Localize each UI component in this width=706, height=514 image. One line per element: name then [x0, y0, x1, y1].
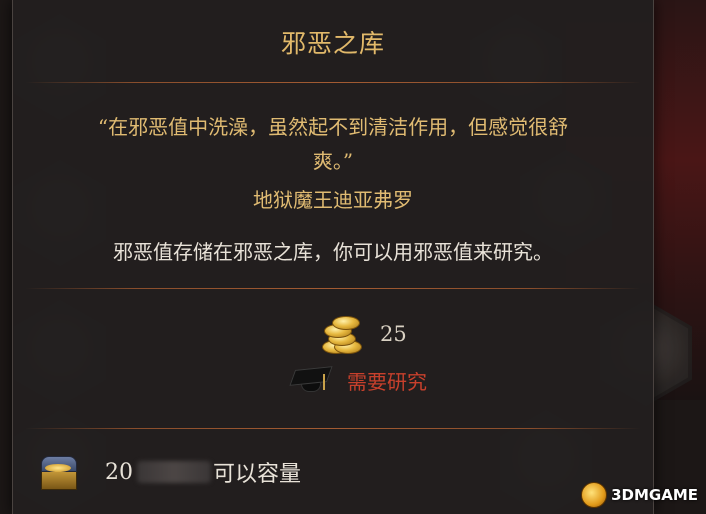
capacity-value: 20	[105, 459, 133, 485]
title-divider	[25, 82, 641, 83]
cost-value: 25	[380, 322, 407, 346]
watermark-logo-icon	[581, 482, 608, 508]
quote-author: 地狱魔王迪亚弗罗	[253, 188, 413, 212]
bottom-divider	[25, 428, 641, 429]
cost-row: 25	[318, 314, 407, 354]
capacity-row: 20 可以容量	[39, 450, 301, 494]
gold-coins-icon	[318, 312, 362, 356]
tooltip-title: 邪恶之库	[280, 29, 385, 58]
graduation-cap-icon	[289, 362, 333, 398]
requirement-label: 需要研究	[347, 369, 427, 394]
watermark-text: 3DMGAME	[611, 486, 698, 504]
tooltip-panel: 邪恶之库 “在邪恶值中洗澡，虽然起不到清洁作用，但感觉很舒 爽。” 地狱魔王迪亚…	[12, 0, 654, 514]
flavor-quote: “在邪恶值中洗澡，虽然起不到清洁作用，但感觉很舒 爽。”	[53, 110, 613, 178]
capacity-text: 20 可以容量	[105, 456, 301, 488]
description-divider	[25, 288, 641, 289]
redacted-blur	[137, 461, 211, 483]
flavor-quote-line-2: 爽。”	[312, 149, 354, 173]
treasure-chest-icon	[39, 454, 79, 490]
item-description: 邪恶值存储在邪恶之库，你可以用邪恶值来研究。	[113, 240, 553, 264]
flavor-quote-line-1: “在邪恶值中洗澡，虽然起不到清洁作用，但感觉很舒	[97, 115, 569, 139]
requirement-row: 需要研究	[289, 362, 427, 398]
watermark: 3DMGAME	[581, 482, 698, 508]
capacity-label: 可以容量	[213, 462, 302, 487]
